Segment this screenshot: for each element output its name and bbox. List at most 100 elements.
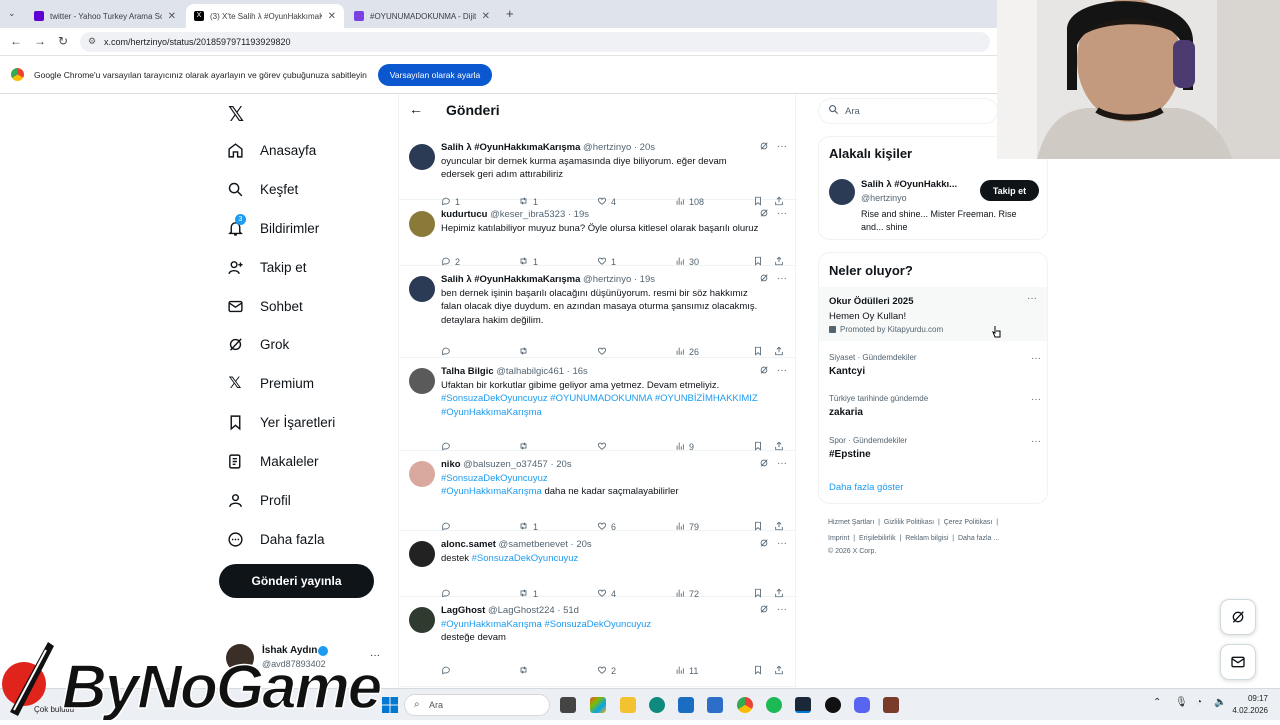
- sidebar-item-more[interactable]: Daha fazla: [226, 528, 325, 550]
- volume-icon[interactable]: 🔈: [1214, 697, 1226, 708]
- grok-icon[interactable]: [759, 273, 769, 286]
- back-icon[interactable]: ←: [10, 34, 22, 48]
- avatar[interactable]: [409, 211, 435, 237]
- grok-icon[interactable]: [759, 458, 769, 471]
- author-name[interactable]: Talha Bilgic: [441, 366, 494, 377]
- hashtag-link[interactable]: #SonsuzaDekOyuncuyuz: [472, 553, 579, 564]
- obs-icon[interactable]: [825, 697, 841, 713]
- tab-list-chevron-icon[interactable]: ⌄: [8, 8, 16, 19]
- reply-tweet[interactable]: niko @balsuzen_o37457 · 20s ··· #SonsuzaDe…: [399, 451, 797, 532]
- edge-icon[interactable]: [649, 697, 665, 713]
- close-tab-icon[interactable]: ✕: [168, 11, 176, 22]
- reply-button[interactable]: [441, 665, 451, 677]
- like-button[interactable]: 2: [597, 665, 616, 677]
- avatar[interactable]: [409, 541, 435, 567]
- sidebar-item-articles[interactable]: Makaleler: [226, 450, 319, 472]
- store-icon[interactable]: [678, 697, 694, 713]
- repost-button[interactable]: [518, 665, 529, 677]
- footer-link[interactable]: Hizmet Şartları: [828, 519, 874, 526]
- reply-tweet[interactable]: Salih λ #OyunHakkımaKarışma @hertzinyo ·…: [399, 266, 797, 358]
- more-options-icon[interactable]: ···: [777, 141, 787, 154]
- reply-tweet[interactable]: LagGhost @LagGhost224 · 51d ··· #OyunHakkı…: [399, 597, 797, 687]
- sidebar-item-home[interactable]: Anasayfa: [226, 139, 316, 161]
- sidebar-item-explore[interactable]: Keşfet: [226, 178, 298, 200]
- more-options-icon[interactable]: ···: [777, 273, 787, 286]
- back-arrow-icon[interactable]: ←: [409, 101, 423, 117]
- show-more-link[interactable]: Daha fazla göster: [829, 482, 903, 493]
- more-options-icon[interactable]: ···: [777, 458, 787, 471]
- close-tab-icon[interactable]: ✕: [328, 11, 336, 22]
- tab-yahoo[interactable]: twitter - Yahoo Turkey Arama So ✕: [26, 4, 184, 28]
- like-button[interactable]: [597, 346, 607, 358]
- footer-link[interactable]: Daha fazla ...: [958, 535, 999, 542]
- avatar[interactable]: [829, 179, 855, 205]
- author-name[interactable]: Salih λ #OyunHakkımaKarışma: [441, 142, 580, 153]
- grok-float-button[interactable]: [1220, 599, 1256, 635]
- tray-chevron-icon[interactable]: ⌃: [1153, 697, 1161, 708]
- trend-item[interactable]: Spor · Gündemdekiler #Epstine ···: [829, 436, 1041, 460]
- more-options-icon[interactable]: ···: [777, 365, 787, 378]
- grok-icon[interactable]: [759, 141, 769, 154]
- avatar[interactable]: [409, 607, 435, 633]
- discord-icon[interactable]: [854, 697, 870, 713]
- share-button[interactable]: [774, 346, 784, 358]
- mail-app-icon[interactable]: [707, 697, 723, 713]
- clock-time[interactable]: 09:17: [1244, 694, 1268, 703]
- reply-tweet[interactable]: Salih λ #OyunHakkımaKarışma @hertzinyo ·…: [399, 134, 797, 207]
- reply-tweet[interactable]: kudurtucu @keser_ibra5323 · 19s ··· Hepimi…: [399, 201, 797, 267]
- author-name[interactable]: Salih λ #OyunHakkımaKarışma: [441, 274, 580, 285]
- hashtag-link[interactable]: #OyunHakkımaKarışma #SonsuzaDekOyuncuyuz: [441, 619, 651, 630]
- game-app-icon[interactable]: [883, 697, 899, 713]
- tab-x-post[interactable]: X (3) X'te Salih λ #OyunHakkımaK ✕: [186, 4, 344, 28]
- hashtag-link[interactable]: #SonsuzaDekOyuncuyuz: [441, 473, 548, 484]
- taskbar-search[interactable]: ⌕ Ara: [404, 694, 550, 716]
- more-options-icon[interactable]: ···: [1031, 353, 1041, 364]
- related-name[interactable]: Salih λ #OyunHakkı...: [861, 179, 957, 190]
- clock-date[interactable]: 4.02.2026: [1226, 706, 1268, 715]
- follow-button[interactable]: Takip et: [980, 180, 1039, 201]
- sidebar-item-chat[interactable]: Sohbet: [226, 295, 303, 317]
- sidebar-item-premium[interactable]: 𝕏 Premium: [226, 372, 314, 394]
- footer-link[interactable]: Imprint: [828, 535, 849, 542]
- author-name[interactable]: LagGhost: [441, 605, 485, 616]
- task-view-icon[interactable]: [560, 697, 576, 713]
- new-tab-button[interactable]: +: [506, 6, 514, 21]
- post-button[interactable]: Gönderi yayınla: [219, 564, 374, 598]
- bookmark-button[interactable]: [753, 665, 763, 677]
- sidebar-item-profile[interactable]: Profil: [226, 489, 291, 511]
- avatar[interactable]: [409, 144, 435, 170]
- chrome-icon[interactable]: [737, 697, 753, 713]
- grok-icon[interactable]: [759, 208, 769, 221]
- repost-button[interactable]: [518, 346, 529, 358]
- grok-icon[interactable]: [759, 604, 769, 617]
- microphone-icon[interactable]: 🎙: [1175, 697, 1188, 708]
- sidebar-item-follow[interactable]: Takip et: [226, 256, 307, 278]
- views-button[interactable]: 11: [675, 665, 698, 677]
- grok-icon[interactable]: [759, 365, 769, 378]
- reply-tweet[interactable]: alonc.samet @sametbenevet · 20s ··· destek…: [399, 531, 797, 599]
- footer-link[interactable]: Çerez Politikası: [944, 519, 993, 526]
- more-options-icon[interactable]: ···: [777, 208, 787, 221]
- copilot-icon[interactable]: [590, 697, 606, 713]
- grok-icon[interactable]: [759, 538, 769, 551]
- share-button[interactable]: [774, 665, 784, 677]
- more-options-icon[interactable]: ···: [777, 538, 787, 551]
- footer-link[interactable]: Reklam bilgisi: [905, 535, 948, 542]
- trend-item[interactable]: Siyaset · Gündemdekiler Kantcyi ···: [829, 353, 1041, 377]
- sidebar-item-bookmarks[interactable]: Yer İşaretleri: [226, 411, 335, 433]
- promoted-trend[interactable]: Okur Ödülleri 2025 Hemen Oy Kullan! Prom…: [819, 287, 1047, 341]
- wifi-icon[interactable]: ◔: [1196, 697, 1202, 708]
- site-info-icon[interactable]: ⚙: [88, 36, 96, 47]
- spotify-icon[interactable]: [766, 697, 782, 713]
- tab-oyunumadokunma[interactable]: #OYUNUMADOKUNMA - Dijital ✕: [346, 4, 498, 28]
- x-logo-icon[interactable]: 𝕏: [228, 102, 244, 127]
- more-options-icon[interactable]: ···: [1031, 394, 1041, 405]
- url-field[interactable]: ⚙ x.com/hertzinyo/status/201859797119392…: [80, 32, 990, 52]
- author-name[interactable]: kudurtucu: [441, 209, 487, 220]
- steam-icon[interactable]: [795, 697, 811, 713]
- messages-float-button[interactable]: [1220, 644, 1256, 680]
- trend-item[interactable]: Türkiye tarihinde gündemde zakaria ···: [829, 394, 1041, 418]
- reply-tweet[interactable]: Talha Bilgic @talhabilgic461 · 16s ··· Ufa…: [399, 358, 797, 452]
- more-options-icon[interactable]: ···: [1027, 293, 1037, 304]
- search-input[interactable]: Ara: [818, 98, 998, 124]
